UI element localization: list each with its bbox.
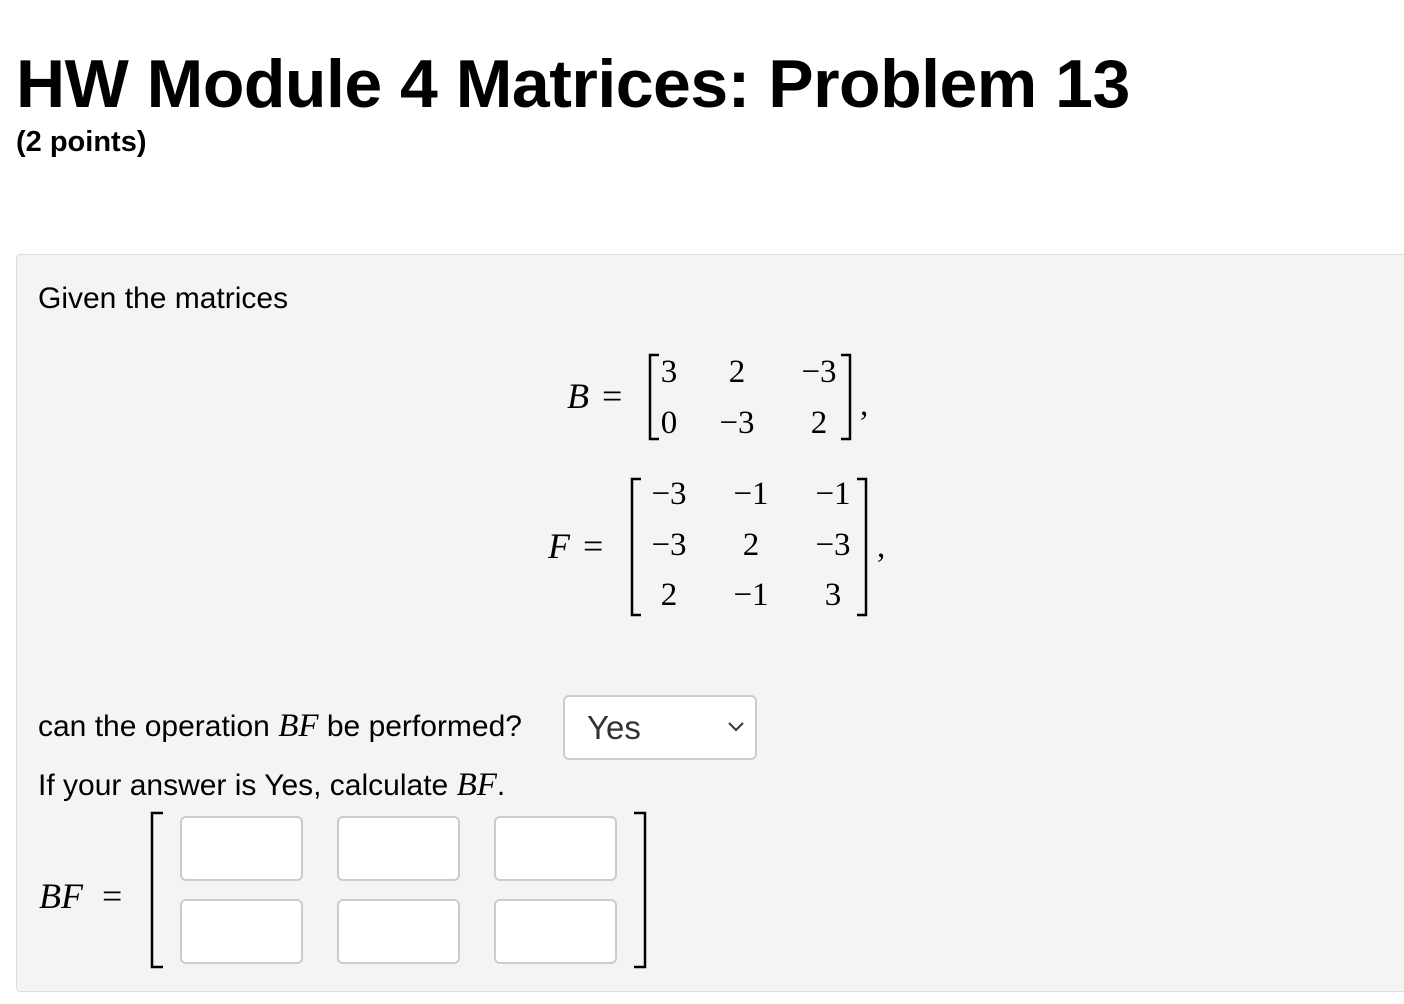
matrix-b-name: B [567, 376, 589, 416]
instruction-math: BF [456, 767, 497, 803]
result-input-r2c3[interactable] [494, 899, 617, 964]
result-input-r2c1[interactable] [180, 899, 303, 964]
points-label: (2 points) [16, 126, 147, 158]
result-label: BF [39, 876, 83, 916]
question-text: can the operation BF be performed? [38, 708, 522, 745]
matrix-f-right-bracket [857, 477, 868, 617]
matrix-f-cell: −1 [733, 476, 769, 512]
result-right-bracket [634, 811, 647, 969]
instruction-suffix: . [496, 769, 506, 802]
answer-select[interactable]: Yes [563, 695, 757, 760]
matrix-f-cell: −3 [651, 476, 687, 512]
matrix-f-cell: 2 [660, 577, 678, 613]
page-title: HW Module 4 Matrices: Problem 13 [16, 46, 1130, 122]
matrix-b-comma: , [860, 387, 869, 423]
matrix-f-cell: 2 [742, 527, 760, 563]
matrix-b-cell: 2 [728, 354, 746, 390]
instruction-text: If your answer is Yes, calculate BF. [38, 767, 505, 804]
result-input-r2c2[interactable] [337, 899, 460, 964]
chevron-down-icon [728, 722, 744, 732]
matrix-b-right-bracket [841, 353, 852, 441]
result-input-r1c2[interactable] [337, 816, 460, 881]
answer-select-value: Yes [587, 709, 641, 746]
result-left-bracket [150, 811, 163, 969]
question-suffix: be performed? [326, 710, 522, 743]
result-input-r1c3[interactable] [494, 816, 617, 881]
result-input-r1c1[interactable] [180, 816, 303, 881]
question-prefix: can the operation [38, 710, 270, 743]
matrix-b-equals: = [602, 376, 623, 416]
intro-text: Given the matrices [38, 282, 289, 315]
matrix-f-equals: = [583, 526, 604, 566]
matrix-f-cell: −3 [651, 527, 687, 563]
matrix-f-name: F [548, 526, 570, 566]
matrix-b-cell: 0 [660, 405, 678, 441]
matrix-f-cell: −1 [733, 577, 769, 613]
problem-panel: Given the matrices B = 3 2 −3 0 −3 2 , F… [16, 254, 1404, 992]
matrix-b-cell: 3 [660, 354, 678, 390]
question-math: BF [278, 708, 319, 744]
instruction-prefix: If your answer is Yes, calculate [38, 769, 449, 802]
matrix-f-comma: , [877, 529, 886, 565]
result-equals: = [102, 876, 123, 916]
matrix-b-cell: −3 [719, 405, 755, 441]
